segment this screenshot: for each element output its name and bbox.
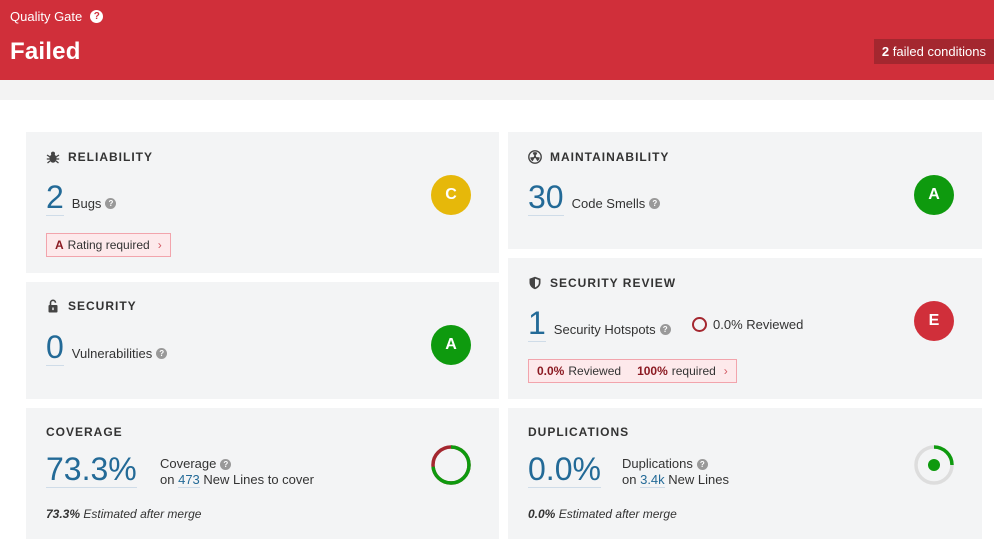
duplications-lines-text: New Lines [668, 472, 729, 487]
reliability-requirement[interactable]: A Rating required › [46, 233, 171, 257]
bugs-label-text: Bugs [71, 196, 102, 211]
security-rating[interactable]: A [431, 325, 471, 365]
security-card: SECURITY 0 Vulnerabilities ? A [26, 282, 499, 399]
reliability-card: RELIABILITY 2 Bugs ? C A Rating required… [26, 132, 499, 273]
duplications-label: Duplications ? [622, 456, 729, 472]
duplications-label-text: Duplications [622, 456, 693, 471]
coverage-donut-chart[interactable] [430, 444, 472, 486]
reliability-title: RELIABILITY [46, 150, 153, 164]
lock-open-icon [48, 299, 58, 313]
duplications-title: DUPLICATIONS [528, 425, 629, 439]
maintainability-card: MAINTAINABILITY 30 Code Smells ? A [508, 132, 982, 249]
code-smells-label-text: Code Smells [571, 196, 646, 211]
header-band [0, 80, 994, 100]
reliability-required-grade: A [55, 238, 64, 252]
coverage-title: COVERAGE [46, 425, 123, 439]
quality-gate-title: Quality Gate ? [10, 9, 104, 24]
coverage-merge-text: Estimated after merge [83, 507, 202, 521]
vulnerabilities-label-text: Vulnerabilities [71, 346, 153, 361]
coverage-on-text: on [160, 472, 175, 487]
security-metric: 0 Vulnerabilities ? [46, 330, 168, 366]
reviewed-ring-icon [692, 317, 707, 332]
security-title: SECURITY [46, 299, 137, 313]
hotspots-reviewed: 0.0% Reviewed [692, 317, 803, 332]
bug-icon [46, 151, 60, 164]
security-review-rating[interactable]: E [914, 301, 954, 341]
chevron-right-icon: › [157, 238, 162, 252]
bugs-help-icon[interactable]: ? [105, 198, 117, 209]
bugs-label: Bugs ? [72, 196, 117, 211]
security-review-current-text: Reviewed [568, 364, 622, 378]
security-hotspots-label: Security Hotspots ? [554, 322, 671, 337]
security-review-current: 0.0% [537, 364, 565, 378]
coverage-lines-link[interactable]: 473 [178, 472, 200, 488]
duplications-lines-link[interactable]: 3.4k [640, 472, 665, 488]
maintainability-metric: 30 Code Smells ? [528, 180, 661, 216]
coverage-label: Coverage ? [160, 456, 314, 472]
failed-conditions-count: 2 [881, 44, 890, 59]
reliability-metric: 2 Bugs ? [46, 180, 117, 216]
reliability-rating[interactable]: C [431, 175, 471, 215]
security-hotspots-help-icon[interactable]: ? [659, 324, 671, 335]
code-smells-help-icon[interactable]: ? [649, 198, 661, 209]
code-smells-count-link[interactable]: 30 [528, 180, 564, 216]
reliability-title-text: RELIABILITY [68, 150, 153, 164]
duplications-merge-value: 0.0% [528, 507, 556, 521]
coverage-title-text: COVERAGE [46, 425, 123, 439]
coverage-help-icon[interactable]: ? [220, 458, 232, 470]
duplications-value-link[interactable]: 0.0% [528, 452, 601, 488]
failed-conditions-badge[interactable]: 2 failed conditions [873, 39, 994, 64]
shield-icon [529, 276, 541, 290]
duplications-metric: 0.0% [528, 452, 601, 488]
maintainability-title-text: MAINTAINABILITY [550, 150, 670, 164]
duplications-merge-estimate: 0.0% Estimated after merge [528, 507, 677, 521]
failed-conditions-text: failed conditions [892, 44, 986, 59]
coverage-metric: 73.3% [46, 452, 137, 488]
coverage-label-text: Coverage [160, 456, 217, 471]
bugs-count-link[interactable]: 2 [46, 180, 64, 216]
coverage-details: Coverage ? on 473 New Lines to cover [160, 456, 314, 488]
security-review-card: SECURITY REVIEW 1 Security Hotspots ? 0.… [508, 258, 982, 399]
quality-gate-title-text: Quality Gate [10, 9, 83, 24]
duplications-merge-text: Estimated after merge [558, 507, 677, 521]
coverage-value-link[interactable]: 73.3% [46, 452, 137, 488]
duplications-indicator-chart[interactable] [913, 444, 955, 486]
hotspots-reviewed-text: 0.0% Reviewed [713, 317, 804, 332]
maintainability-title: MAINTAINABILITY [528, 150, 669, 164]
duplications-title-text: DUPLICATIONS [528, 425, 630, 439]
quality-gate-header: Quality Gate ? Failed 2 failed condition… [0, 0, 994, 80]
security-review-metric: 1 Security Hotspots ? [528, 306, 671, 342]
security-review-requirement[interactable]: 0.0% Reviewed 100% required › [528, 359, 737, 383]
vulnerabilities-count-link[interactable]: 0 [46, 330, 64, 366]
duplications-details: Duplications ? on 3.4k New Lines [622, 456, 729, 488]
reliability-required-text: Rating required [67, 238, 150, 252]
maintainability-rating[interactable]: A [914, 175, 954, 215]
security-title-text: SECURITY [68, 299, 137, 313]
security-hotspots-count-link[interactable]: 1 [528, 306, 546, 342]
security-review-title-text: SECURITY REVIEW [550, 276, 677, 290]
duplications-indicator-dot [928, 459, 940, 471]
coverage-lines-row: on 473 New Lines to cover [160, 472, 314, 488]
coverage-merge-value: 73.3% [46, 507, 81, 521]
security-review-target-text: required [671, 364, 716, 378]
security-review-title: SECURITY REVIEW [528, 276, 676, 290]
security-hotspots-label-text: Security Hotspots [553, 322, 656, 337]
security-review-target: 100% [637, 364, 668, 378]
chevron-right-icon: › [723, 364, 728, 378]
duplications-on-text: on [622, 472, 637, 487]
vulnerabilities-help-icon[interactable]: ? [156, 348, 168, 359]
duplications-help-icon[interactable]: ? [696, 458, 708, 470]
duplications-lines-row: on 3.4k New Lines [622, 472, 729, 488]
radiation-icon [528, 150, 542, 164]
help-icon[interactable]: ? [90, 10, 104, 23]
code-smells-label: Code Smells ? [572, 196, 661, 211]
quality-gate-status: Failed [10, 38, 81, 65]
coverage-lines-text: New Lines to cover [203, 472, 314, 487]
coverage-merge-estimate: 73.3% Estimated after merge [46, 507, 201, 521]
coverage-card: COVERAGE 73.3% Coverage ? on 473 New Lin… [26, 408, 499, 539]
vulnerabilities-label: Vulnerabilities ? [71, 346, 168, 361]
duplications-card: DUPLICATIONS 0.0% Duplications ? on 3.4k… [508, 408, 982, 539]
